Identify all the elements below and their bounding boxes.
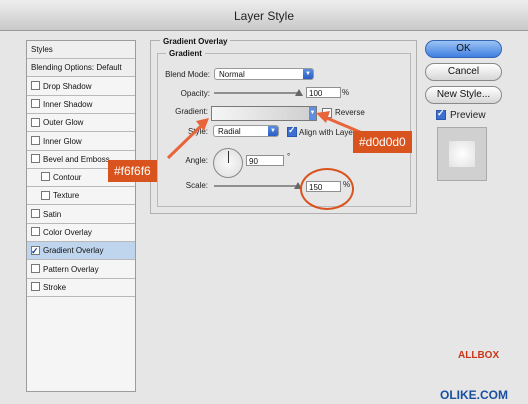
arrow-left (166, 122, 205, 160)
arrowhead-right (316, 111, 330, 123)
annotation-arrows (166, 111, 361, 160)
arrow-right (321, 114, 361, 134)
layer-style-dialog: Layer Style Styles Blending Options: Defa… (0, 0, 528, 404)
scale-highlight-circle (300, 168, 354, 210)
watermark-text: OLIKE.COM (440, 388, 508, 402)
color-annotation-right: #d0d0d0 (353, 131, 412, 153)
watermark-secondary: ALLBOX (458, 350, 500, 361)
color-annotation-left: #f6f6f6 (108, 160, 157, 182)
